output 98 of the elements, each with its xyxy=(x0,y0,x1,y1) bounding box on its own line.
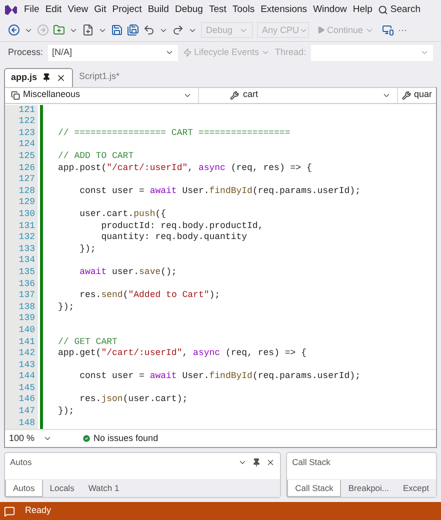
menu-item[interactable]: Extensions xyxy=(260,2,308,18)
menu-item[interactable]: Debug xyxy=(174,2,203,18)
issues-status: No issues found xyxy=(82,432,158,446)
zoom-dropdown[interactable]: 100 % xyxy=(9,432,52,446)
device-icon[interactable] xyxy=(382,24,394,36)
pin-icon[interactable] xyxy=(42,73,52,82)
code-line: productId: req.body.productId, xyxy=(100,220,264,231)
save-icon[interactable] xyxy=(111,24,123,36)
line-number: 124 xyxy=(18,139,35,152)
code-line: // GET CART xyxy=(58,336,118,347)
overflow-button[interactable]: ··· xyxy=(398,24,408,38)
panel-tab[interactable]: Call Stack xyxy=(287,480,342,498)
line-number: 140 xyxy=(18,324,35,337)
panel-tab[interactable]: Watch 1 xyxy=(81,480,126,498)
menu-item[interactable]: Git xyxy=(94,2,106,18)
folder-plus-icon[interactable] xyxy=(53,24,65,36)
close-icon[interactable] xyxy=(266,458,276,467)
back-icon[interactable] xyxy=(8,24,20,36)
code-line: await user.save(); xyxy=(78,266,177,277)
code-line: }); xyxy=(58,406,74,416)
logo-icon xyxy=(4,4,18,16)
wrench-icon xyxy=(402,90,411,100)
line-number: 121 xyxy=(18,104,35,116)
code-line: quantity: req.body.quantity xyxy=(100,232,248,242)
line-number: 122 xyxy=(18,116,35,128)
line-number: 144 xyxy=(18,371,35,383)
notification-icon[interactable] xyxy=(4,506,15,517)
process-label: Process: xyxy=(8,46,44,60)
lightning-icon xyxy=(183,48,192,58)
menu-item[interactable]: Test xyxy=(208,2,226,18)
line-number: 138 xyxy=(18,302,35,314)
line-number: 141 xyxy=(18,336,35,348)
thread-label: Thread: xyxy=(275,46,306,60)
code-line: res.json(user.cart); xyxy=(78,394,188,404)
line-number: 136 xyxy=(18,278,35,290)
line-number: 130 xyxy=(18,208,35,221)
project-dropdown[interactable]: Miscellaneous xyxy=(5,88,199,103)
close-icon[interactable] xyxy=(56,72,66,83)
panel-title: Autos xyxy=(10,456,32,469)
line-number: 131 xyxy=(18,220,35,232)
code-line: app.get("/cart/:userId", async (req, res) => { xyxy=(58,348,306,358)
pin-icon[interactable] xyxy=(252,458,262,467)
code-line: // ================= CART ================= xyxy=(58,128,290,138)
line-number: 126 xyxy=(18,162,35,174)
line-number: 137 xyxy=(18,290,35,302)
menu-item[interactable]: Project xyxy=(112,2,142,18)
menu-item[interactable]: Tools xyxy=(232,2,255,18)
code-line: }); xyxy=(58,302,74,312)
line-number: 139 xyxy=(18,313,35,325)
menu-item[interactable]: Build xyxy=(148,2,169,18)
code-line: res.send("Added to Cart"); xyxy=(78,290,220,300)
copy-icon xyxy=(11,90,20,100)
process-dropdown[interactable]: [N/A] xyxy=(48,44,178,61)
line-number: 127 xyxy=(18,174,35,186)
line-number: 146 xyxy=(18,394,35,406)
menu-item[interactable]: Help xyxy=(352,2,372,18)
file-plus-icon[interactable] xyxy=(82,24,94,36)
line-number: 145 xyxy=(18,382,35,394)
line-number: 128 xyxy=(18,186,35,198)
line-number: 132 xyxy=(18,232,35,244)
check-icon xyxy=(82,434,91,444)
search-button[interactable]: Search xyxy=(378,2,421,18)
file-tab[interactable]: Script1.js* xyxy=(73,68,126,87)
code-line: const user = await User.findById(req.params.userId); xyxy=(78,371,360,382)
line-number: 134 xyxy=(18,255,35,267)
scope-dropdown[interactable]: cart xyxy=(199,88,398,103)
panel-title: Call Stack xyxy=(292,456,330,469)
line-number: 129 xyxy=(18,197,35,209)
undo-icon[interactable] xyxy=(143,24,155,36)
redo-icon[interactable] xyxy=(172,24,184,36)
line-number: 147 xyxy=(18,406,35,418)
code-line: user.cart.push({ xyxy=(78,208,166,219)
save-all-icon[interactable] xyxy=(127,24,139,36)
menu-item[interactable]: Edit xyxy=(45,2,62,18)
panel-tab[interactable]: Except xyxy=(396,480,436,498)
file-tab[interactable]: app.js xyxy=(4,68,74,87)
code-line: }); xyxy=(78,244,96,254)
line-number: 125 xyxy=(18,151,35,163)
menu-item[interactable]: Window xyxy=(313,2,347,18)
code-line: app.post("/cart/:userId", async (req, res) => { xyxy=(58,162,312,173)
line-number: 133 xyxy=(18,244,35,256)
line-number: 148 xyxy=(18,418,35,430)
code-line: // ADD TO CART xyxy=(58,151,134,162)
line-number: 135 xyxy=(18,266,35,279)
play-icon xyxy=(317,26,325,34)
menu-item[interactable]: View xyxy=(68,2,88,18)
member-dropdown[interactable]: quar xyxy=(398,88,436,103)
menu-item[interactable]: File xyxy=(24,2,40,18)
line-number: 123 xyxy=(18,128,35,140)
status-text: Ready xyxy=(25,504,52,518)
panel-tab[interactable]: Breakpoi... xyxy=(341,480,396,498)
code-line: const user = await User.findById(req.params.userId); xyxy=(78,186,360,196)
wrench-icon xyxy=(230,90,239,100)
search-icon xyxy=(378,4,388,15)
panel-tab[interactable]: Autos xyxy=(5,480,43,498)
line-number: 143 xyxy=(18,360,35,372)
line-number: 142 xyxy=(18,348,35,360)
panel-tab[interactable]: Locals xyxy=(42,480,82,498)
